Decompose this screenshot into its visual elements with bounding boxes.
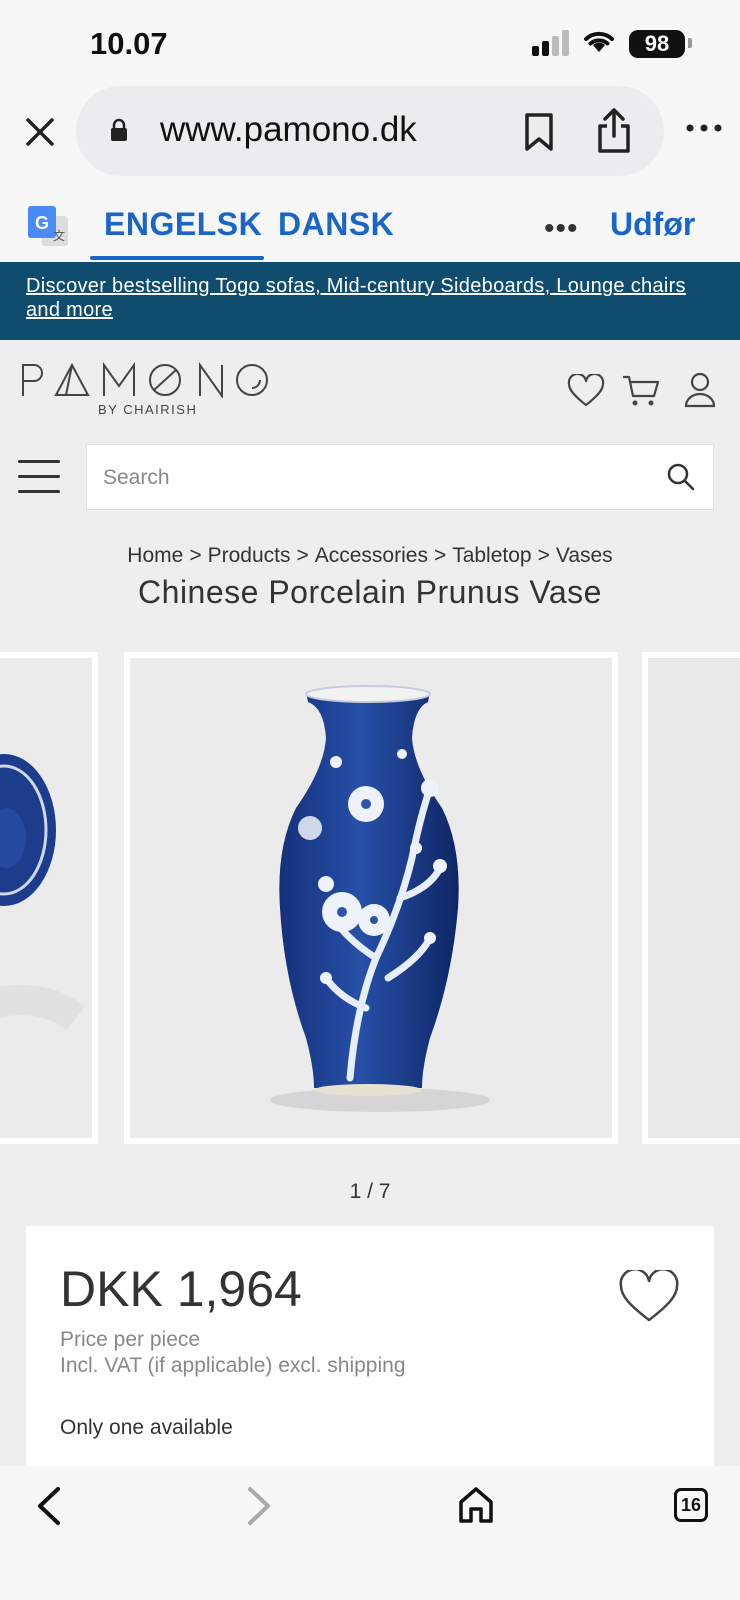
- gallery-counter: 1 / 7: [349, 1180, 391, 1203]
- price-per-piece-note: Price per piece: [60, 1328, 201, 1351]
- user-icon[interactable]: [684, 372, 716, 408]
- search-input[interactable]: [103, 459, 643, 497]
- breadcrumb-separator: >: [296, 544, 309, 567]
- pamono-logo[interactable]: [20, 362, 270, 398]
- favorite-heart-icon[interactable]: [618, 1270, 680, 1324]
- forward-icon[interactable]: [244, 1486, 274, 1526]
- gallery-prev-image[interactable]: [0, 652, 98, 1144]
- heart-icon[interactable]: [567, 374, 605, 408]
- logo-subtitle: BY CHAIRISH: [98, 402, 198, 417]
- breadcrumb-tabletop[interactable]: Tabletop: [452, 544, 531, 567]
- back-icon[interactable]: [34, 1486, 64, 1526]
- breadcrumb-home[interactable]: Home: [127, 544, 183, 567]
- gallery-next-image[interactable]: [642, 652, 740, 1144]
- tab-language-source[interactable]: ENGELSK: [104, 206, 262, 243]
- bottom-toolbar: 16: [0, 1466, 740, 1600]
- cell-signal-icon: [532, 30, 570, 56]
- promo-link[interactable]: Discover bestselling Togo sofas, Mid-cen…: [26, 275, 686, 321]
- gallery-main-image[interactable]: [124, 652, 618, 1144]
- share-icon[interactable]: [596, 108, 632, 154]
- battery-tip: [688, 38, 692, 48]
- translate-done-button[interactable]: Udfør: [610, 206, 695, 243]
- home-icon[interactable]: [458, 1486, 494, 1524]
- product-title: Chinese Porcelain Prunus Vase: [138, 574, 602, 610]
- availability-text: Only one available: [60, 1416, 233, 1439]
- tabs-icon[interactable]: 16: [674, 1488, 708, 1522]
- breadcrumb-accessories[interactable]: Accessories: [315, 544, 428, 567]
- battery-indicator: 98: [629, 30, 685, 58]
- price-card: DKK 1,964 Price per piece Incl. VAT (if …: [26, 1226, 714, 1466]
- translate-bar: G 文 ENGELSK DANSK ••• Udfør: [0, 188, 740, 262]
- product-price: DKK 1,964: [60, 1261, 302, 1317]
- menu-icon[interactable]: [18, 458, 60, 496]
- breadcrumb-separator: >: [433, 544, 447, 567]
- close-icon[interactable]: [20, 112, 60, 152]
- search-icon[interactable]: [667, 463, 695, 491]
- google-translate-icon: G 文: [28, 206, 68, 246]
- status-time: 10.07: [90, 26, 168, 61]
- breadcrumb: Home > Products > Accessories > Tabletop > Vases: [0, 544, 740, 568]
- svg-text:文: 文: [53, 228, 65, 243]
- active-tab-indicator: [90, 256, 264, 260]
- vat-note: Incl. VAT (if applicable) excl. shipping: [60, 1354, 406, 1377]
- status-bar: 10.07 98: [0, 0, 740, 84]
- lock-icon: [111, 118, 127, 141]
- bookmark-icon[interactable]: [522, 112, 556, 152]
- more-icon[interactable]: [684, 118, 724, 138]
- promo-banner: Discover bestselling Togo sofas, Mid-cen…: [0, 262, 740, 340]
- breadcrumb-separator: >: [537, 544, 550, 567]
- translate-more-button[interactable]: •••: [544, 212, 579, 246]
- vase-image: [270, 685, 490, 1112]
- url-text[interactable]: www.pamono.dk: [160, 110, 417, 150]
- cart-icon[interactable]: [622, 374, 660, 408]
- breadcrumb-products[interactable]: Products: [208, 544, 291, 567]
- browser-toolbar: www.pamono.dk: [0, 84, 740, 188]
- tab-language-target[interactable]: DANSK: [278, 206, 394, 243]
- breadcrumb-separator: >: [189, 544, 202, 567]
- vase-top-view-image: [0, 754, 85, 1031]
- svg-text:G: G: [35, 213, 49, 233]
- search-bar[interactable]: [86, 444, 714, 510]
- breadcrumb-vases[interactable]: Vases: [556, 544, 613, 567]
- address-bar[interactable]: www.pamono.dk: [76, 86, 664, 176]
- wifi-icon: [584, 31, 614, 52]
